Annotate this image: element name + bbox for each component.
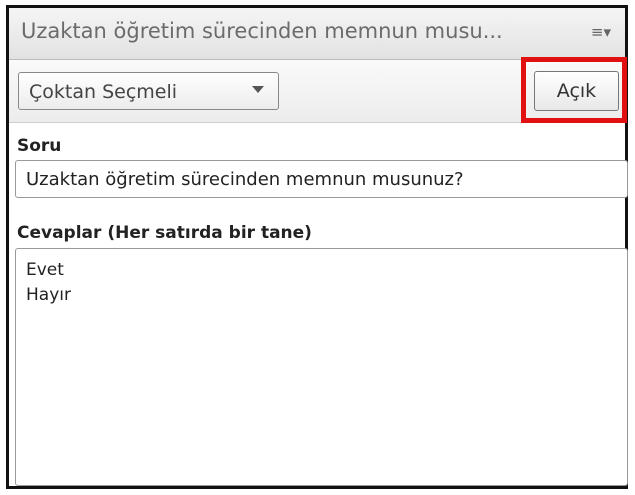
question-input[interactable]: Uzaktan öğretim sürecinden memnun musunu… — [15, 160, 628, 198]
title-bar: Uzaktan öğretim sürecinden memnun musu..… — [9, 8, 625, 60]
question-type-value: Çoktan Seçmeli — [29, 81, 178, 103]
pod-menu-icon[interactable]: ≡▾ — [591, 23, 611, 41]
poll-title: Uzaktan öğretim sürecinden memnun musu..… — [21, 19, 503, 43]
question-label: Soru — [17, 136, 62, 156]
poll-toolbar: Çoktan Seçmeli Açık — [9, 57, 627, 123]
poll-pod-window: Uzaktan öğretim sürecinden memnun musu..… — [6, 5, 628, 489]
question-type-dropdown[interactable]: Çoktan Seçmeli — [18, 72, 279, 110]
answer-line: Hayır — [26, 285, 71, 305]
answers-textarea[interactable]: Evet Hayır — [15, 248, 628, 486]
answers-label: Cevaplar (Her satırda bir tane) — [17, 223, 312, 243]
annotation-highlight-box — [521, 57, 627, 123]
dropdown-arrow-icon — [252, 86, 264, 93]
answer-line: Evet — [26, 260, 64, 280]
